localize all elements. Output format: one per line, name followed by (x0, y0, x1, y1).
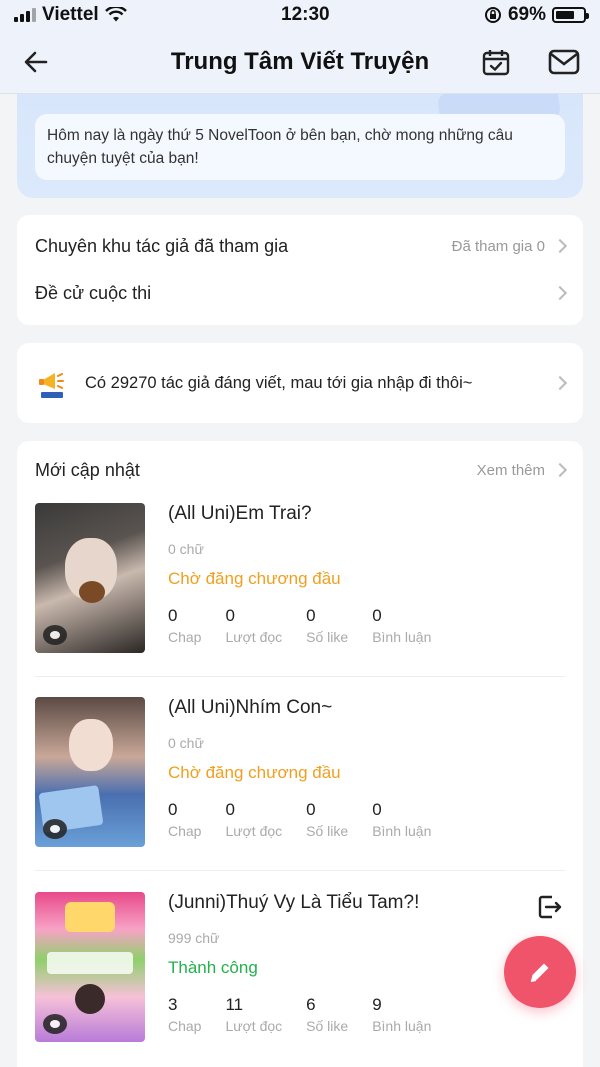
story-word-count: 0 chữ (168, 541, 204, 557)
likes-count: 0 (306, 800, 316, 819)
story-word-count: 999 chữ (168, 930, 220, 946)
app-header: Trung Tâm Viết Truyện (0, 30, 600, 94)
carrier-name: Viettel (42, 4, 99, 25)
signal-icon (14, 8, 36, 22)
author-zone-label: Chuyên khu tác giả đã tham gia (35, 235, 289, 256)
orientation-lock-icon (484, 7, 501, 23)
contest-label: Đề cử cuộc thi (35, 282, 152, 303)
chap-label: Chap (168, 629, 202, 645)
story-item[interactable]: (Junni)Thuý Vy Là Tiểu Tam?! 999 chữ Thà… (35, 892, 565, 1042)
welcome-banner: Hôm nay là ngày thứ 5 NovelToon ở bên bạ… (17, 94, 583, 198)
page-title: Trung Tâm Viết Truyện (170, 47, 430, 75)
recent-updates-title: Mới cập nhật (35, 459, 140, 480)
mail-icon (548, 49, 580, 75)
divider (35, 870, 565, 871)
story-title: (All Uni)Nhím Con~ (168, 697, 333, 718)
chevron-right-icon (552, 375, 568, 391)
chevron-right-icon (552, 285, 568, 301)
chevron-right-icon (552, 238, 568, 254)
comments-count: 0 (372, 800, 382, 819)
author-zone-row[interactable]: Chuyên khu tác giả đã tham gia Đã tham g… (17, 215, 583, 277)
reads-count: 11 (225, 995, 244, 1014)
reads-label: Lượt đọc (225, 823, 283, 839)
story-stats: 0 Chap 0 Lượt đọc 0 Số like 0 Bình luận (168, 606, 455, 645)
chap-count: 0 (168, 606, 178, 625)
contest-row[interactable]: Đề cử cuộc thi (17, 277, 583, 309)
chap-count: 0 (168, 800, 178, 819)
chap-label: Chap (168, 823, 202, 839)
story-stats: 0 Chap 0 Lượt đọc 0 Số like 0 Bình luận (168, 800, 455, 839)
likes-count: 6 (306, 995, 316, 1014)
reads-count: 0 (225, 606, 235, 625)
see-more-label: Xem thêm (476, 461, 545, 479)
author-menu-card: Chuyên khu tác giả đã tham gia Đã tham g… (17, 215, 583, 325)
story-item[interactable]: (All Uni)Em Trai? 0 chữ Chờ đăng chương … (35, 503, 565, 653)
chap-count: 3 (168, 995, 178, 1014)
comments-label: Bình luận (372, 1018, 432, 1034)
mail-button[interactable] (544, 42, 584, 82)
clock: 12:30 (281, 4, 330, 25)
story-item[interactable]: (All Uni)Nhím Con~ 0 chữ Chờ đăng chương… (35, 697, 565, 847)
divider (35, 676, 565, 677)
pencil-icon (530, 963, 549, 982)
chap-label: Chap (168, 1018, 202, 1034)
author-zone-count: Đã tham gia 0 (451, 237, 545, 255)
arrow-left-icon (24, 51, 48, 73)
likes-count: 0 (306, 606, 316, 625)
likes-label: Số like (306, 1018, 349, 1034)
export-icon[interactable] (537, 894, 563, 920)
recent-updates-card: Mới cập nhật Xem thêm (All Uni)Em Trai? … (17, 441, 583, 1067)
wifi-icon (104, 7, 127, 22)
welcome-message: Hôm nay là ngày thứ 5 NovelToon ở bên bạ… (35, 114, 565, 180)
comments-label: Bình luận (372, 629, 432, 645)
battery-percent: 69% (507, 4, 546, 25)
battery-icon (551, 7, 589, 23)
comments-label: Bình luận (372, 823, 432, 839)
likes-label: Số like (306, 629, 349, 645)
reads-label: Lượt đọc (225, 1018, 283, 1034)
comment-bubble-icon (43, 1014, 67, 1034)
story-cover-image (35, 503, 145, 653)
comment-bubble-icon (43, 625, 67, 645)
story-status: Chờ đăng chương đầu (168, 569, 341, 588)
story-title: (All Uni)Em Trai? (168, 503, 312, 524)
story-stats: 3 Chap 11 Lượt đọc 6 Số like 9 Bình luận (168, 995, 455, 1034)
calendar-button[interactable] (476, 42, 516, 82)
story-cover-image (35, 697, 145, 847)
story-status: Chờ đăng chương đầu (168, 763, 341, 782)
reads-label: Lượt đọc (225, 629, 283, 645)
comments-count: 0 (372, 606, 382, 625)
story-word-count: 0 chữ (168, 735, 204, 751)
see-more-link[interactable]: Xem thêm (476, 461, 568, 479)
promo-card[interactable]: Có 29270 tác giả đáng viết, mau tới gia … (17, 343, 583, 423)
story-cover-image (35, 892, 145, 1042)
comments-count: 9 (372, 995, 382, 1014)
chevron-right-icon (552, 462, 568, 478)
comment-bubble-icon (43, 819, 67, 839)
status-bar: Viettel 12:30 69% (0, 0, 600, 30)
reads-count: 0 (225, 800, 235, 819)
likes-label: Số like (306, 823, 349, 839)
calendar-check-icon (482, 50, 510, 76)
back-button[interactable] (16, 42, 56, 82)
write-story-fab[interactable] (504, 936, 576, 1008)
story-title: (Junni)Thuý Vy Là Tiểu Tam?! (168, 892, 420, 913)
megaphone-icon (39, 373, 64, 398)
story-status: Thành công (168, 958, 258, 977)
promo-text: Có 29270 tác giả đáng viết, mau tới gia … (85, 373, 473, 392)
